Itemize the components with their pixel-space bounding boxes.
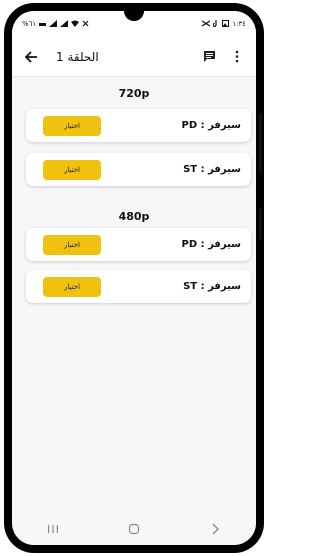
recent-apps-icon[interactable] xyxy=(38,519,68,539)
tiktok-icon xyxy=(212,19,219,29)
section-title-720p: 720p xyxy=(118,87,150,100)
server-label: سيرفر : PD xyxy=(181,239,241,250)
back-arrow-icon[interactable] xyxy=(20,46,42,68)
capcut-icon xyxy=(202,19,211,29)
comment-icon[interactable] xyxy=(198,46,220,68)
page-title: الحلقة 1 xyxy=(56,49,99,64)
server-card: اختيار سيرفر : ST xyxy=(26,270,251,303)
battery-percent: %٦١ xyxy=(22,20,37,28)
phone-frame: %٦١ ١:٣٤ الحلقة 1 720p اختيار سيرفر: PD… xyxy=(4,3,264,553)
select-button[interactable]: اختيار xyxy=(43,115,101,136)
more-vert-icon[interactable] xyxy=(226,46,248,68)
app-bar: الحلقة 1 xyxy=(12,37,256,77)
vowifi-icon xyxy=(39,20,47,29)
select-button[interactable]: اختيار xyxy=(43,276,101,297)
server-card: اختيار سيرفر : PD xyxy=(26,109,251,142)
server-label: سيرفر : ST xyxy=(183,281,241,292)
home-icon[interactable] xyxy=(119,519,149,539)
signal-icon xyxy=(60,19,69,29)
section-title-480p: 480p xyxy=(118,210,150,223)
server-label: سيرفر : ST xyxy=(183,164,241,175)
server-card: اختيار سيرفر : PD xyxy=(26,228,251,261)
screen: %٦١ ١:٣٤ الحلقة 1 720p اختيار سيرفر: PD… xyxy=(12,11,256,545)
server-label: سيرفر : PD xyxy=(181,120,241,131)
wifi-icon xyxy=(71,20,80,29)
server-card: اختيار سيرفر : ST xyxy=(26,153,251,186)
mute-icon xyxy=(82,20,89,29)
volume-button xyxy=(259,113,262,173)
status-left: %٦١ xyxy=(22,19,89,29)
select-button[interactable]: اختيار xyxy=(43,234,101,255)
system-nav-bar xyxy=(12,513,256,545)
signal-icon xyxy=(49,19,58,29)
server-list: 720p اختيار سيرفر : PD اختيار سيرفر : ST… xyxy=(12,77,256,507)
clock: ١:٣٤ xyxy=(232,20,246,28)
image-icon xyxy=(222,19,230,29)
select-button[interactable]: اختيار xyxy=(43,159,101,180)
back-nav-icon[interactable] xyxy=(200,519,230,539)
status-right: ١:٣٤ xyxy=(202,19,246,29)
power-button xyxy=(259,208,262,240)
